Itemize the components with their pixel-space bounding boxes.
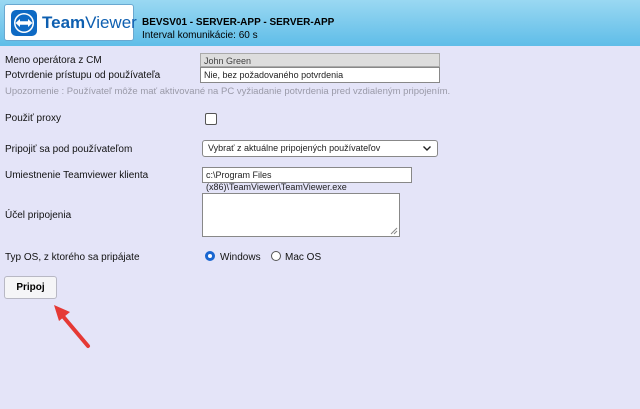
connect-button[interactable]: Pripoj xyxy=(4,276,57,299)
logo-text: TeamViewer xyxy=(42,13,137,32)
proxy-label: Použiť proxy xyxy=(5,113,61,124)
communication-interval: Interval komunikácie: 60 s xyxy=(142,30,258,41)
client-location-field[interactable]: c:\Program Files (x86)\TeamViewer\TeamVi… xyxy=(202,167,412,192)
connect-as-label: Pripojiť sa pod používateľom xyxy=(5,144,133,155)
proxy-checkbox[interactable] xyxy=(205,113,217,125)
os-radio-macos[interactable] xyxy=(271,251,281,261)
client-location-label: Umiestnenie Teamviewer klienta xyxy=(5,170,149,181)
purpose-label: Účel pripojenia xyxy=(5,210,72,221)
os-option-macos-label[interactable]: Mac OS xyxy=(285,252,321,263)
page-title: BEVSV01 - SERVER-APP - SERVER-APP xyxy=(142,17,335,28)
chevron-down-icon xyxy=(423,146,431,151)
resize-grip-icon[interactable] xyxy=(390,227,398,235)
confirmation-label: Potvrdenie prístupu od používateľa xyxy=(5,70,161,81)
operator-field: John Green xyxy=(200,53,440,67)
confirmation-field[interactable]: Nie, bez požadovaného potvrdenia xyxy=(200,67,440,83)
purpose-textarea[interactable] xyxy=(202,193,400,237)
warning-text: Upozornenie : Používateľ môže mať aktivo… xyxy=(5,86,451,97)
os-radio-windows[interactable] xyxy=(205,251,215,261)
os-option-windows-label[interactable]: Windows xyxy=(220,252,261,263)
os-label: Typ OS, z ktorého sa pripájate xyxy=(5,252,140,263)
connect-as-select[interactable]: Vybrať z aktuálne pripojených používateľ… xyxy=(202,140,438,157)
teamviewer-logo: TeamViewer xyxy=(4,4,137,41)
operator-label: Meno operátora z CM xyxy=(5,55,102,66)
header-bar: TeamViewer BEVSV01 - SERVER-APP - SERVER… xyxy=(0,0,640,46)
teamviewer-logo-icon xyxy=(11,10,37,36)
red-arrow-icon xyxy=(54,305,90,348)
connect-as-value: Vybrať z aktuálne pripojených používateľ… xyxy=(208,143,381,153)
